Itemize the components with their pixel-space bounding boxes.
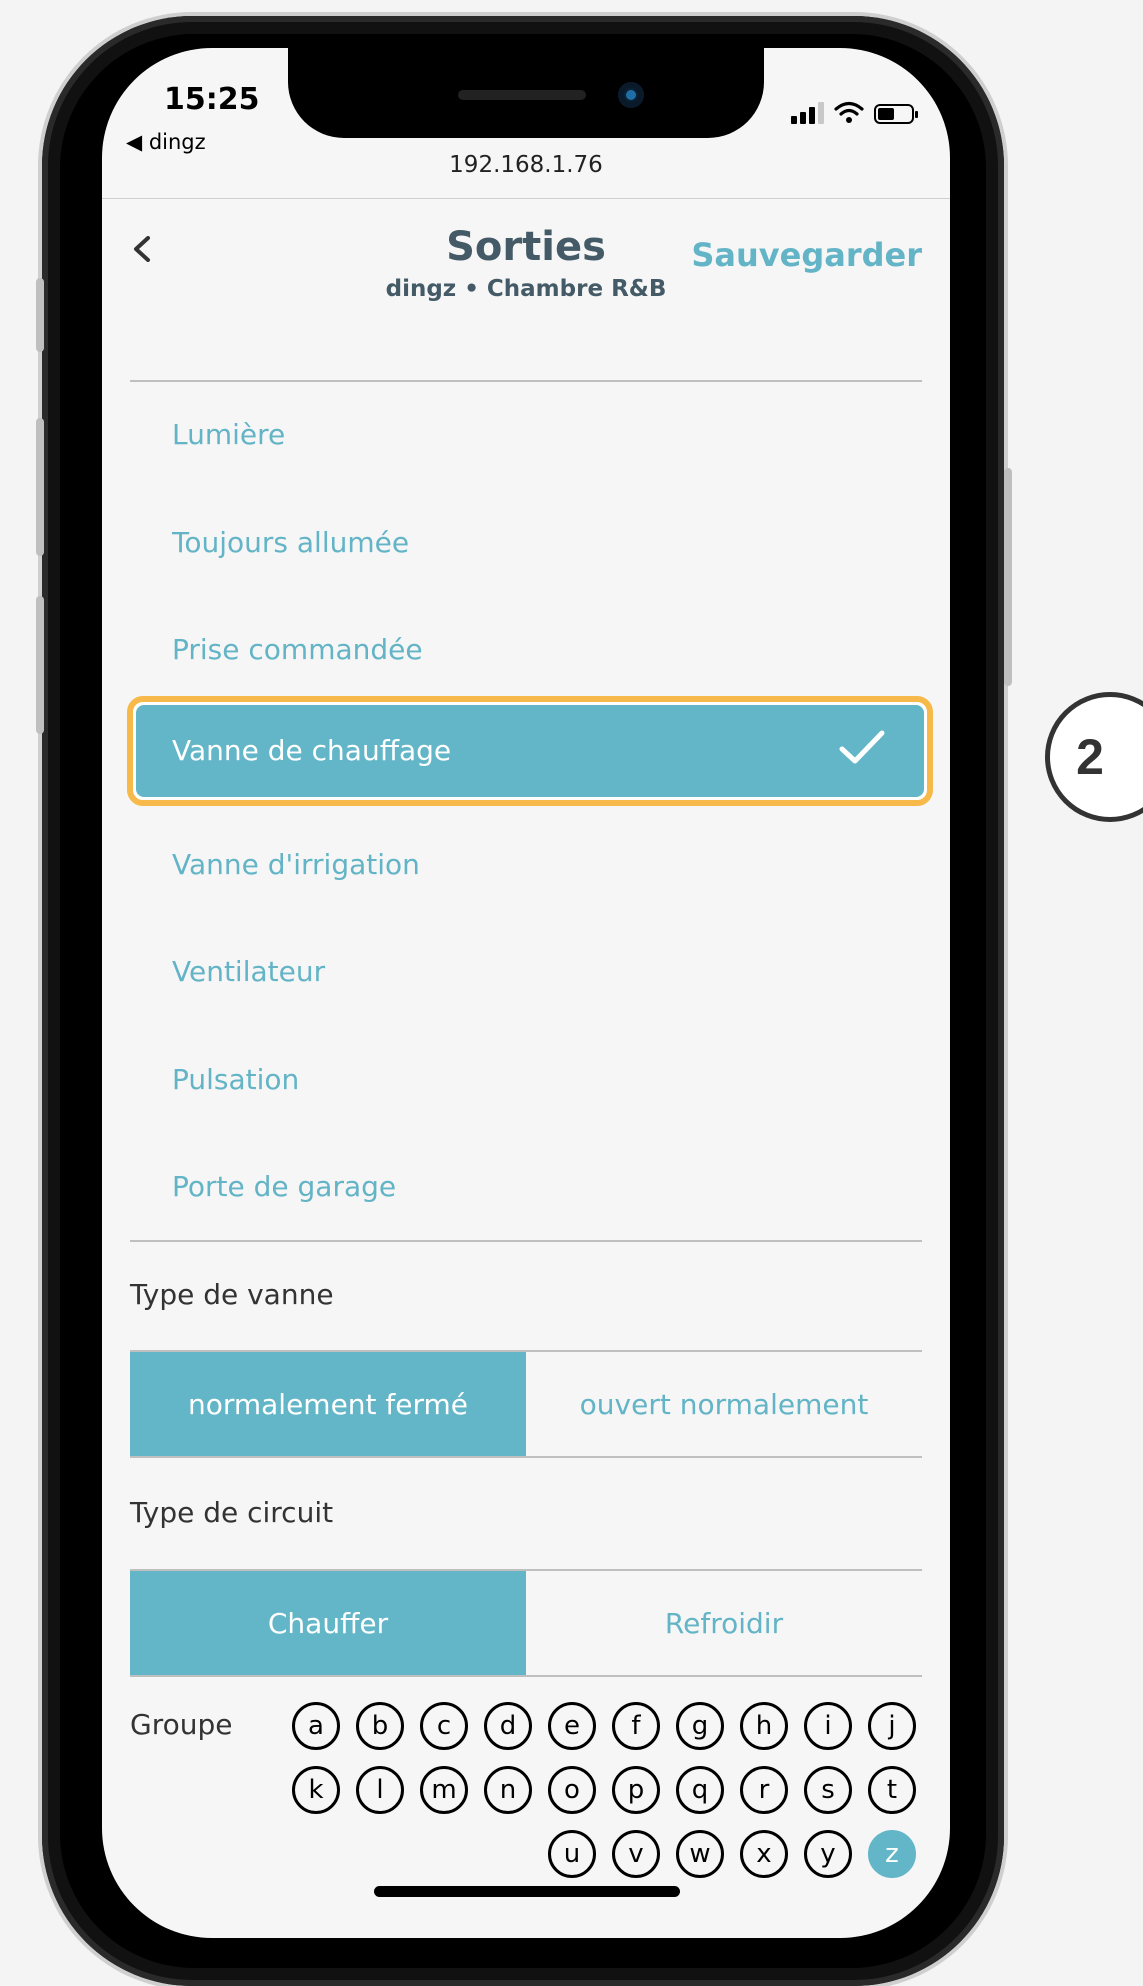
group-letter-b[interactable]: b bbox=[356, 1702, 404, 1750]
option-pulsation[interactable]: Pulsation bbox=[172, 1063, 299, 1096]
status-icons bbox=[791, 100, 918, 124]
group-letter-n[interactable]: n bbox=[484, 1766, 532, 1814]
option-porte-de-garage[interactable]: Porte de garage bbox=[172, 1170, 396, 1203]
circuit-type-label: Type de circuit bbox=[130, 1496, 334, 1529]
checkmark-icon bbox=[839, 730, 885, 764]
group-letter-v[interactable]: v bbox=[612, 1830, 660, 1878]
group-letter-t[interactable]: t bbox=[868, 1766, 916, 1814]
volume-up-button bbox=[36, 418, 44, 556]
battery-icon bbox=[874, 104, 918, 124]
signal-icon bbox=[791, 102, 824, 124]
power-button bbox=[1004, 468, 1012, 686]
group-letter-r[interactable]: r bbox=[740, 1766, 788, 1814]
wifi-icon bbox=[834, 101, 864, 123]
group-letter-x[interactable]: x bbox=[740, 1830, 788, 1878]
options-separator bbox=[130, 1240, 922, 1242]
speaker bbox=[458, 90, 586, 100]
group-letter-h[interactable]: h bbox=[740, 1702, 788, 1750]
home-indicator[interactable] bbox=[374, 1886, 680, 1897]
valve-type-label: Type de vanne bbox=[130, 1278, 334, 1311]
group-letter-s[interactable]: s bbox=[804, 1766, 852, 1814]
step-number-badge: 2 bbox=[1045, 692, 1143, 822]
option-prise-commandee[interactable]: Prise commandée bbox=[172, 633, 423, 666]
status-time: 15:25 bbox=[164, 82, 260, 117]
group-letter-j[interactable]: j bbox=[868, 1702, 916, 1750]
option-ventilateur[interactable]: Ventilateur bbox=[172, 955, 325, 988]
url-divider bbox=[102, 198, 950, 199]
back-to-app-link[interactable]: ◀ dingz bbox=[126, 130, 206, 154]
option-vanne-de-chauffage[interactable]: Vanne de chauffage bbox=[136, 705, 924, 797]
group-letter-w[interactable]: w bbox=[676, 1830, 724, 1878]
group-letter-y[interactable]: y bbox=[804, 1830, 852, 1878]
volume-down-button bbox=[36, 596, 44, 734]
valve-normally-open-segment[interactable]: ouvert normalement bbox=[526, 1352, 922, 1456]
notch bbox=[288, 48, 764, 138]
group-letter-e[interactable]: e bbox=[548, 1702, 596, 1750]
group-letter-p[interactable]: p bbox=[612, 1766, 660, 1814]
group-letter-z[interactable]: z bbox=[868, 1830, 916, 1878]
group-letter-i[interactable]: i bbox=[804, 1702, 852, 1750]
circuit-type-segmented-control: Chauffer Refroidir bbox=[130, 1569, 922, 1677]
group-letter-q[interactable]: q bbox=[676, 1766, 724, 1814]
page-subtitle: dingz • Chambre R&B bbox=[385, 276, 667, 302]
option-vanne-irrigation[interactable]: Vanne d'irrigation bbox=[172, 848, 420, 881]
group-letter-o[interactable]: o bbox=[548, 1766, 596, 1814]
option-lumiere[interactable]: Lumière bbox=[172, 418, 285, 451]
mute-switch bbox=[36, 278, 44, 352]
group-letter-l[interactable]: l bbox=[356, 1766, 404, 1814]
circuit-cool-segment[interactable]: Refroidir bbox=[526, 1571, 922, 1675]
page-url: 192.168.1.76 bbox=[449, 152, 603, 178]
group-letter-c[interactable]: c bbox=[420, 1702, 468, 1750]
group-letter-d[interactable]: d bbox=[484, 1702, 532, 1750]
group-letter-g[interactable]: g bbox=[676, 1702, 724, 1750]
circuit-heat-segment[interactable]: Chauffer bbox=[130, 1571, 526, 1675]
group-letter-u[interactable]: u bbox=[548, 1830, 596, 1878]
valve-type-segmented-control: normalement fermé ouvert normalement bbox=[130, 1350, 922, 1458]
selected-option-highlight: Vanne de chauffage bbox=[127, 696, 933, 806]
option-label: Vanne de chauffage bbox=[172, 734, 452, 767]
phone-screen: 15:25 ◀ dingz 192.168.1.76 Sorties dingz… bbox=[102, 48, 950, 1938]
group-letter-m[interactable]: m bbox=[420, 1766, 468, 1814]
group-letter-f[interactable]: f bbox=[612, 1702, 660, 1750]
group-letter-k[interactable]: k bbox=[292, 1766, 340, 1814]
valve-normally-closed-segment[interactable]: normalement fermé bbox=[130, 1352, 526, 1456]
camera bbox=[618, 82, 644, 108]
group-letter-a[interactable]: a bbox=[292, 1702, 340, 1750]
option-toujours-allumee[interactable]: Toujours allumée bbox=[172, 526, 409, 559]
save-button[interactable]: Sauvegarder bbox=[691, 236, 922, 274]
group-label: Groupe bbox=[130, 1708, 233, 1741]
header-separator bbox=[130, 380, 922, 382]
